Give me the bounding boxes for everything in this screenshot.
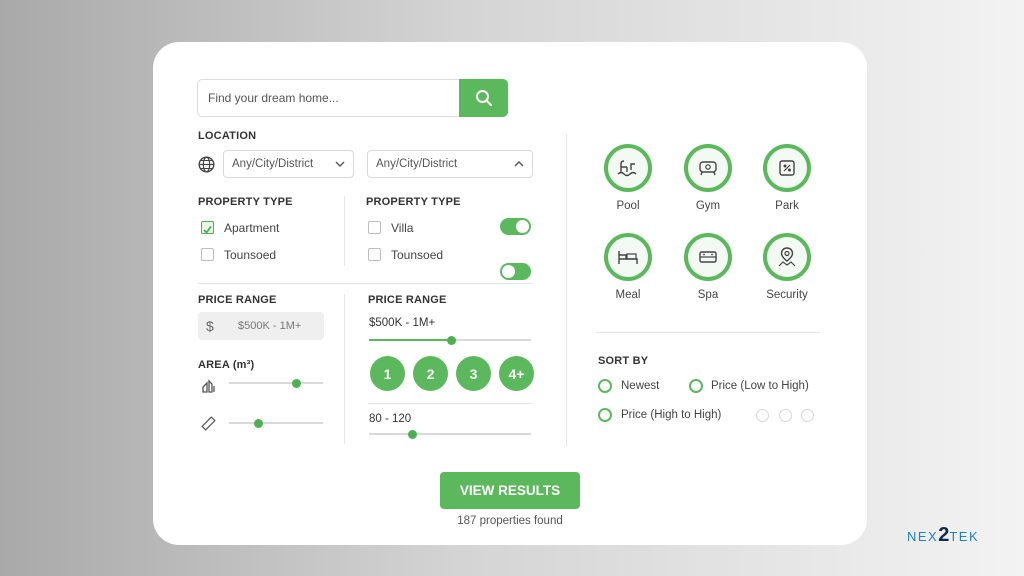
- property-type-label-left: PROPERTY TYPE: [198, 196, 293, 208]
- tounsoed-toggle[interactable]: [500, 263, 531, 280]
- sort-newest-radio[interactable]: [598, 379, 612, 393]
- city-select-1-value: Any/City/District: [232, 158, 314, 170]
- area-range-value: 80 - 120: [369, 413, 412, 425]
- sort-price-low-high-radio[interactable]: [689, 379, 703, 393]
- area-label: AREA (m³): [198, 359, 255, 371]
- search-icon: [475, 90, 492, 106]
- dollar-icon: $: [206, 318, 214, 334]
- sort-option-radio-4[interactable]: [756, 409, 769, 422]
- divider: [344, 196, 345, 266]
- bedrooms-2-button[interactable]: 2: [413, 356, 448, 391]
- section-divider: [198, 283, 533, 284]
- search-filter-card: LOCATION Any/City/District Any/City/Dist…: [153, 42, 867, 545]
- price-range-field[interactable]: $ $500K - 1M+: [198, 312, 324, 340]
- spa-icon: [699, 251, 717, 263]
- city-select-1[interactable]: Any/City/District: [223, 150, 354, 178]
- apartment-label: Apartment: [224, 221, 280, 235]
- amenity-pool[interactable]: Pool: [598, 144, 658, 212]
- chevron-up-icon: [514, 161, 524, 167]
- globe-icon: [198, 156, 215, 173]
- bedrooms-1-button[interactable]: 1: [370, 356, 405, 391]
- amenity-security-label: Security: [766, 289, 808, 301]
- bedrooms-3-button[interactable]: 3: [456, 356, 491, 391]
- price-range-field-value: $500K - 1M+: [238, 320, 302, 332]
- search-button[interactable]: [459, 79, 508, 117]
- amenity-spa-label: Spa: [697, 289, 719, 301]
- sort-price-high-high-label: Price (High to High): [621, 409, 722, 421]
- brand-logo-pre: NEX: [907, 529, 939, 544]
- amenity-meal[interactable]: Meal: [598, 233, 658, 301]
- amenities-divider: [596, 332, 820, 333]
- gym-icon: [699, 161, 717, 176]
- amenity-gym[interactable]: Gym: [678, 144, 738, 212]
- city-select-2-value: Any/City/District: [376, 158, 458, 170]
- check-icon: [203, 225, 212, 234]
- tounsoed-checkbox-left[interactable]: [201, 248, 214, 261]
- brand-logo-post: TEK: [949, 529, 980, 544]
- property-type-label-right: PROPERTY TYPE: [366, 196, 461, 208]
- column-divider: [566, 134, 567, 446]
- divider-lower: [344, 294, 345, 444]
- price-range-value: $500K - 1M+: [369, 317, 436, 329]
- chevron-down-icon: [335, 161, 345, 167]
- search-field[interactable]: [197, 79, 460, 117]
- area-slider-2-thumb[interactable]: [254, 418, 263, 428]
- amenity-spa[interactable]: Spa: [678, 233, 738, 301]
- amenity-pool-label: Pool: [616, 200, 640, 212]
- amenity-park[interactable]: Park: [757, 144, 817, 212]
- bedrooms-4plus-button[interactable]: 4+: [499, 356, 534, 391]
- search-input[interactable]: [208, 91, 450, 105]
- price-range-label-right: PRICE RANGE: [368, 294, 447, 306]
- location-pin-icon: [778, 247, 796, 267]
- price-range-label-left: PRICE RANGE: [198, 294, 277, 306]
- bedrooms-divider: [368, 403, 533, 404]
- area-range-slider-thumb[interactable]: [408, 429, 417, 439]
- park-icon: [779, 160, 795, 176]
- ruler-icon: [201, 416, 216, 431]
- area-range-slider[interactable]: [369, 429, 531, 439]
- price-range-slider[interactable]: [369, 335, 531, 345]
- area-slider-1[interactable]: [229, 378, 323, 388]
- meal-icon: [618, 251, 638, 264]
- brand-logo-two: 2: [938, 524, 950, 546]
- amenity-security[interactable]: Security: [757, 233, 817, 301]
- tounsoed-label-right: Tounsoed: [391, 248, 444, 262]
- apartment-checkbox[interactable]: [201, 221, 214, 234]
- sort-by-label: SORT BY: [598, 355, 649, 367]
- sort-option-radio-5[interactable]: [779, 409, 792, 422]
- sort-option-radio-6[interactable]: [801, 409, 814, 422]
- tounsoed-checkbox-right[interactable]: [368, 248, 381, 261]
- amenity-park-label: Park: [775, 200, 799, 212]
- brand-logo: NEX2TEK: [907, 524, 979, 547]
- location-label: LOCATION: [198, 130, 257, 142]
- villa-checkbox[interactable]: [368, 221, 381, 234]
- area-slider-2[interactable]: [229, 418, 323, 428]
- amenity-gym-label: Gym: [695, 200, 721, 212]
- villa-toggle[interactable]: [500, 218, 531, 235]
- amenity-meal-label: Meal: [615, 289, 641, 301]
- sort-newest-label: Newest: [621, 380, 660, 392]
- results-count: 187 properties found: [457, 515, 563, 527]
- villa-label: Villa: [391, 221, 414, 235]
- view-results-button[interactable]: VIEW RESULTS: [440, 472, 580, 509]
- sort-price-low-high-label: Price (Low to High): [711, 380, 809, 392]
- price-range-slider-fill: [369, 339, 451, 341]
- area-slider-1-thumb[interactable]: [292, 378, 301, 388]
- sort-price-high-high-radio[interactable]: [598, 408, 612, 422]
- city-select-2[interactable]: Any/City/District: [367, 150, 533, 178]
- area-chart-icon: [202, 379, 215, 393]
- tounsoed-label-left: Tounsoed: [224, 248, 277, 262]
- price-range-slider-thumb[interactable]: [447, 335, 456, 345]
- pool-icon: [617, 160, 637, 177]
